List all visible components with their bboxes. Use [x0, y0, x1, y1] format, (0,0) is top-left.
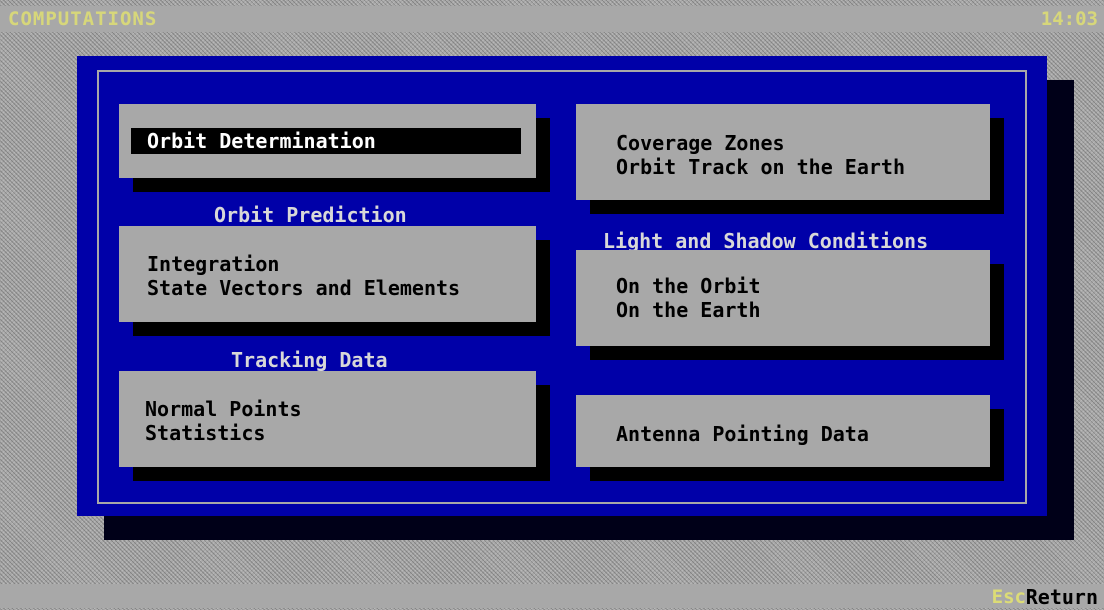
menu-item-orbit-track[interactable]: Orbit Track on the Earth	[616, 155, 990, 179]
light-shadow-box: On the Orbit On the Earth	[576, 250, 990, 346]
return-label[interactable]: Return	[1026, 584, 1098, 610]
menu-item-label: Orbit Determination	[147, 129, 376, 153]
antenna-box: Antenna Pointing Data	[576, 395, 990, 467]
coverage-box: Coverage Zones Orbit Track on the Earth	[576, 104, 990, 200]
esc-key-hint[interactable]: Esc	[992, 584, 1026, 610]
top-status-bar: COMPUTATIONS 14:03	[0, 6, 1104, 32]
menu-item-on-the-earth[interactable]: On the Earth	[616, 298, 990, 322]
orbit-determination-box[interactable]: Orbit Determination	[119, 104, 536, 178]
screen-title: COMPUTATIONS	[8, 8, 158, 30]
menu-item-orbit-determination[interactable]: Orbit Determination	[131, 128, 521, 154]
tracking-data-box: Normal Points Statistics	[119, 371, 536, 467]
orbit-prediction-heading: Orbit Prediction	[214, 203, 407, 227]
menu-item-statistics[interactable]: Statistics	[145, 421, 536, 445]
menu-item-on-the-orbit[interactable]: On the Orbit	[616, 274, 990, 298]
menu-item-integration[interactable]: Integration	[147, 252, 536, 276]
tracking-data-heading: Tracking Data	[231, 348, 388, 372]
bottom-key-bar: Esc Return	[0, 584, 1104, 610]
clock: 14:03	[1040, 8, 1098, 30]
menu-item-coverage-zones[interactable]: Coverage Zones	[616, 131, 990, 155]
menu-item-normal-points[interactable]: Normal Points	[145, 397, 536, 421]
orbit-prediction-box: Integration State Vectors and Elements	[119, 226, 536, 322]
menu-item-state-vectors[interactable]: State Vectors and Elements	[147, 276, 536, 300]
menu-item-antenna-pointing[interactable]: Antenna Pointing Data	[616, 422, 990, 446]
